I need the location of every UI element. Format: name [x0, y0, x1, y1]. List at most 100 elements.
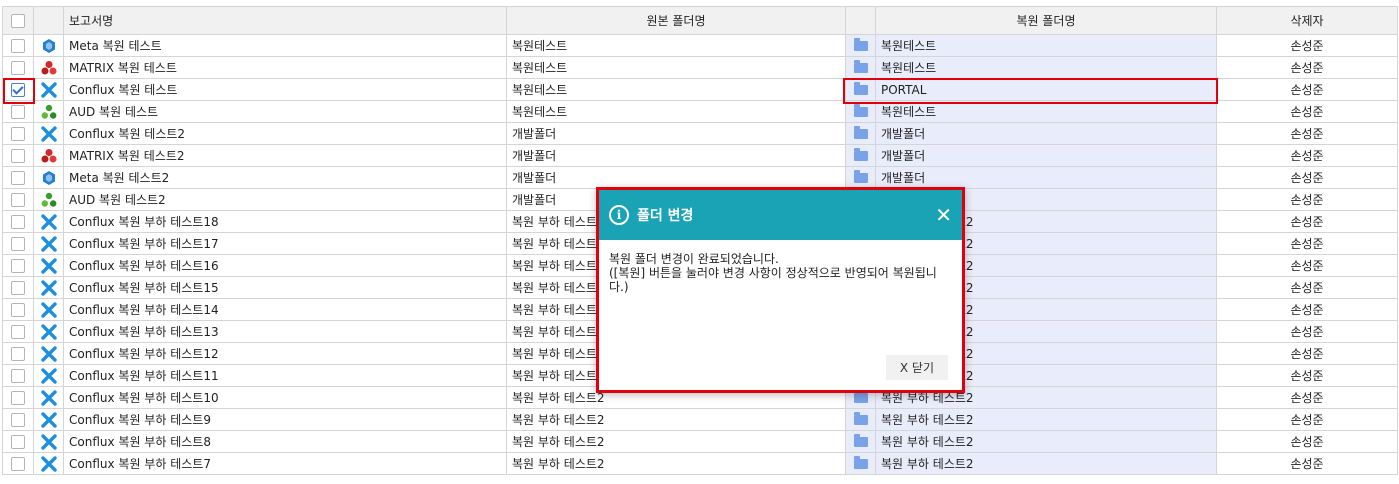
select-all-checkbox[interactable]: [11, 13, 25, 28]
deleter-cell: 손성준: [1216, 34, 1398, 57]
folder-select-cell[interactable]: [845, 144, 876, 167]
deleter-header[interactable]: 삭제자: [1216, 6, 1398, 35]
row-checkbox-cell[interactable]: [2, 386, 34, 409]
row-checkbox-cell[interactable]: [2, 78, 34, 101]
row-checkbox-cell[interactable]: [2, 144, 34, 167]
row-checkbox[interactable]: [11, 82, 25, 97]
select-all-header[interactable]: [2, 6, 34, 35]
table-row[interactable]: Conflux 복원 테스트2 개발폴더 개발폴더 손성준: [2, 122, 1398, 145]
row-checkbox-cell[interactable]: [2, 232, 34, 255]
row-checkbox[interactable]: [11, 412, 25, 427]
report-name-header[interactable]: 보고서명: [63, 6, 507, 35]
conflux-icon: [40, 301, 57, 318]
row-checkbox[interactable]: [11, 324, 25, 339]
row-checkbox[interactable]: [11, 214, 25, 229]
row-checkbox[interactable]: [11, 192, 25, 207]
restore-folder-cell: 복원테스트: [875, 34, 1217, 57]
row-checkbox[interactable]: [11, 280, 25, 295]
row-checkbox[interactable]: [11, 434, 25, 449]
orig-folder-header[interactable]: 원본 폴더명: [506, 6, 846, 35]
icon-column-header: [33, 6, 64, 35]
table-row[interactable]: MATRIX 복원 테스트 복원테스트 복원테스트 손성준: [2, 56, 1398, 79]
table-row[interactable]: Conflux 복원 테스트 복원테스트 PORTAL 손성준: [2, 78, 1398, 101]
row-checkbox[interactable]: [11, 60, 25, 75]
row-checkbox-cell[interactable]: [2, 56, 34, 79]
folder-icon[interactable]: [853, 60, 868, 73]
row-checkbox-cell[interactable]: [2, 298, 34, 321]
row-checkbox-cell[interactable]: [2, 254, 34, 277]
deleter-cell: 손성준: [1216, 254, 1398, 277]
row-checkbox[interactable]: [11, 390, 25, 405]
row-checkbox[interactable]: [11, 368, 25, 383]
deleter-cell: 손성준: [1216, 122, 1398, 145]
dialog-footer: X 닫기: [885, 355, 948, 380]
folder-icon[interactable]: [853, 104, 868, 117]
row-checkbox[interactable]: [11, 104, 25, 119]
row-checkbox-cell[interactable]: [2, 430, 34, 453]
folder-select-cell[interactable]: [845, 56, 876, 79]
deleter-cell: 손성준: [1216, 408, 1398, 431]
deleter-cell: 손성준: [1216, 364, 1398, 387]
restore-folder-header[interactable]: 복원 폴더명: [875, 6, 1217, 35]
row-checkbox[interactable]: [11, 170, 25, 185]
table-row[interactable]: Meta 복원 테스트 복원테스트 복원테스트 손성준: [2, 34, 1398, 57]
meta-icon: [41, 170, 57, 185]
report-type-icon-cell: [33, 386, 64, 409]
dialog-message-line1: 복원 폴더 변경이 완료되었습니다.: [609, 252, 779, 266]
folder-icon[interactable]: [853, 412, 868, 425]
row-checkbox[interactable]: [11, 302, 25, 317]
row-checkbox-cell[interactable]: [2, 276, 34, 299]
folder-select-cell[interactable]: [845, 452, 876, 475]
deleter-cell: 손성준: [1216, 298, 1398, 321]
restore-folder-cell: 개발폴더: [875, 122, 1217, 145]
table-row[interactable]: Conflux 복원 부하 테스트9 복원 부하 테스트2 복원 부하 테스트2 손성…: [2, 408, 1398, 431]
row-checkbox[interactable]: [11, 236, 25, 251]
folder-icon[interactable]: [853, 170, 868, 183]
row-checkbox-cell[interactable]: [2, 364, 34, 387]
row-checkbox[interactable]: [11, 126, 25, 141]
row-checkbox[interactable]: [11, 38, 25, 53]
folder-icon[interactable]: [853, 390, 868, 403]
report-name-cell: Conflux 복원 부하 테스트9: [63, 408, 507, 431]
row-checkbox-cell[interactable]: [2, 166, 34, 189]
folder-select-cell[interactable]: [845, 430, 876, 453]
report-type-icon-cell: [33, 276, 64, 299]
close-icon[interactable]: ✕: [935, 205, 952, 225]
folder-icon[interactable]: [853, 434, 868, 447]
folder-select-cell[interactable]: [845, 100, 876, 123]
table-row[interactable]: Conflux 복원 부하 테스트7 복원 부하 테스트2 복원 부하 테스트2 손성…: [2, 452, 1398, 475]
table-row[interactable]: MATRIX 복원 테스트2 개발폴더 개발폴더 손성준: [2, 144, 1398, 167]
row-checkbox-cell[interactable]: [2, 210, 34, 233]
folder-icon[interactable]: [853, 456, 868, 469]
table-row[interactable]: Conflux 복원 부하 테스트8 복원 부하 테스트2 복원 부하 테스트2 손성…: [2, 430, 1398, 453]
folder-select-cell[interactable]: [845, 34, 876, 57]
close-button[interactable]: X 닫기: [885, 355, 948, 380]
row-checkbox[interactable]: [11, 258, 25, 273]
folder-select-cell[interactable]: [845, 78, 876, 101]
folder-icon[interactable]: [853, 148, 868, 161]
folder-icon[interactable]: [853, 126, 868, 139]
row-checkbox-cell[interactable]: [2, 342, 34, 365]
row-checkbox-cell[interactable]: [2, 320, 34, 343]
folder-icon[interactable]: [853, 82, 868, 95]
row-checkbox-cell[interactable]: [2, 100, 34, 123]
folder-icon[interactable]: [853, 38, 868, 51]
orig-folder-cell: 복원테스트: [506, 100, 846, 123]
folder-select-cell[interactable]: [845, 408, 876, 431]
row-checkbox-cell[interactable]: [2, 408, 34, 431]
table-row[interactable]: Meta 복원 테스트2 개발폴더 개발폴더 손성준: [2, 166, 1398, 189]
row-checkbox-cell[interactable]: [2, 452, 34, 475]
folder-select-cell[interactable]: [845, 166, 876, 189]
table-row[interactable]: AUD 복원 테스트 복원테스트 복원테스트 손성준: [2, 100, 1398, 123]
restore-folder-cell: 개발폴더: [875, 144, 1217, 167]
row-checkbox[interactable]: [11, 346, 25, 361]
row-checkbox[interactable]: [11, 148, 25, 163]
folder-select-cell[interactable]: [845, 122, 876, 145]
row-checkbox[interactable]: [11, 456, 25, 471]
aud-icon: [41, 192, 57, 207]
report-type-icon-cell: [33, 452, 64, 475]
row-checkbox-cell[interactable]: [2, 34, 34, 57]
row-checkbox-cell[interactable]: [2, 188, 34, 211]
dialog-title: 폴더 변경: [637, 208, 694, 224]
row-checkbox-cell[interactable]: [2, 122, 34, 145]
